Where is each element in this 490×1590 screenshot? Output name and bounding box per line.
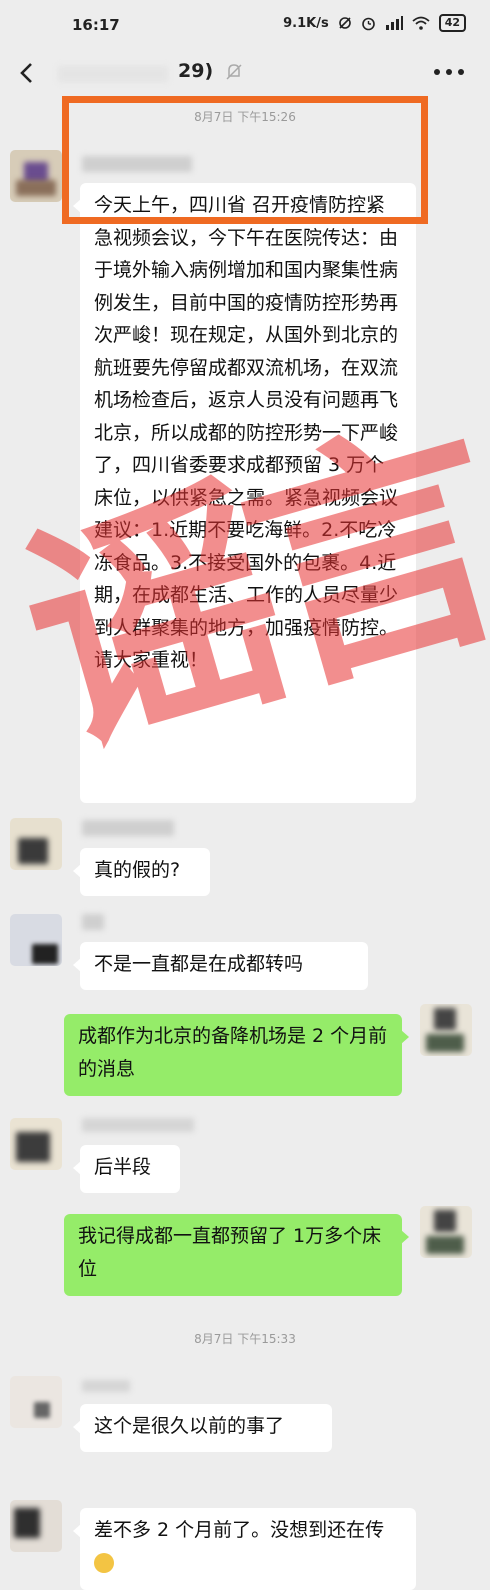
- avatar[interactable]: [10, 1118, 62, 1170]
- avatar[interactable]: [10, 1376, 62, 1428]
- message-bubble[interactable]: 今天上午，四川省 召开疫情防控紧急视频会议，今下午在医院传达：由于境外输入病例增…: [73, 183, 416, 803]
- message-timestamp: 8月7日 下午15:33: [194, 1332, 296, 1346]
- my-avatar[interactable]: [420, 1004, 472, 1056]
- redacted-sender-name: [82, 820, 174, 836]
- avatar[interactable]: [10, 150, 62, 202]
- message-text: 差不多 2 个月前了。没想到还在传: [94, 1519, 385, 1541]
- message-text: 今天上午，四川省 召开疫情防控紧急视频会议，今下午在医院传达：由于境外输入病例增…: [94, 194, 399, 671]
- redacted-title: [58, 66, 168, 82]
- sent-message-bubble[interactable]: 我记得成都一直都预留了 1万多个床位: [64, 1214, 409, 1296]
- alarm-icon: [361, 17, 375, 30]
- status-icons: 9.1K/s 42: [283, 14, 466, 32]
- message-timestamp: 8月7日 下午15:26: [194, 110, 296, 124]
- redacted-sender-name: [82, 914, 104, 930]
- chat-header: 29): [0, 46, 490, 100]
- redacted-sender-name: [82, 156, 192, 172]
- network-speed: 9.1K/s: [283, 15, 329, 31]
- redacted-sender-name: [82, 1118, 194, 1132]
- chat-title: 29): [178, 60, 214, 82]
- message-text: 不是一直都是在成都转吗: [94, 953, 304, 975]
- message-text: 后半段: [94, 1156, 152, 1178]
- sent-message-bubble[interactable]: 成都作为北京的备降机场是 2 个月前的消息: [64, 1014, 409, 1096]
- more-icon[interactable]: [432, 62, 466, 82]
- message-bubble[interactable]: 不是一直都是在成都转吗: [73, 942, 368, 990]
- mute-bell-icon: [226, 64, 242, 80]
- message-text: 真的假的?: [94, 859, 181, 881]
- message-bubble[interactable]: 真的假的?: [73, 848, 210, 896]
- status-bar: 16:17 9.1K/s 42: [0, 0, 490, 46]
- message-text: 这个是很久以前的事了: [94, 1415, 285, 1437]
- message-bubble[interactable]: 这个是很久以前的事了: [73, 1404, 332, 1452]
- mute-status-icon: [338, 17, 351, 29]
- avatar[interactable]: [10, 914, 62, 966]
- wifi-icon: [412, 16, 430, 30]
- message-text: 成都作为北京的备降机场是 2 个月前的消息: [78, 1025, 388, 1080]
- emoji-icon: [94, 1553, 114, 1573]
- back-arrow-icon[interactable]: [16, 60, 40, 86]
- message-bubble[interactable]: 后半段: [73, 1145, 180, 1193]
- redacted-sender-name: [82, 1380, 130, 1392]
- avatar[interactable]: [10, 1500, 62, 1552]
- message-text: 我记得成都一直都预留了 1万多个床位: [78, 1225, 382, 1280]
- avatar[interactable]: [10, 818, 62, 870]
- battery-indicator: 42: [438, 14, 466, 32]
- status-time: 16:17: [72, 16, 120, 34]
- signal-icon: [385, 16, 403, 30]
- message-bubble[interactable]: 差不多 2 个月前了。没想到还在传: [73, 1508, 416, 1590]
- my-avatar[interactable]: [420, 1206, 472, 1258]
